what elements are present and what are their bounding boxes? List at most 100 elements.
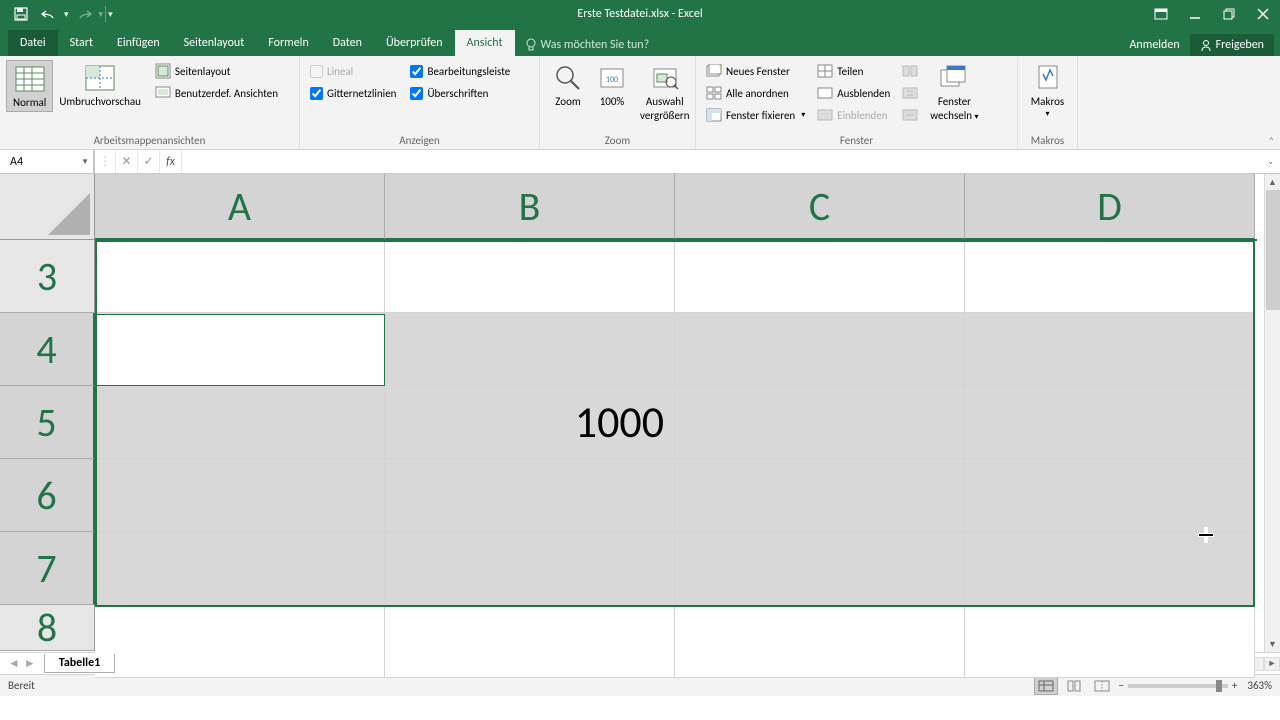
name-box[interactable]: A4 ▼ — [0, 150, 94, 173]
cell-a7[interactable] — [95, 532, 385, 605]
cell-d7[interactable] — [965, 532, 1255, 605]
tab-review[interactable]: Überprüfen — [374, 30, 455, 56]
column-header-c[interactable]: C — [675, 174, 965, 240]
tab-view[interactable]: Ansicht — [455, 30, 515, 56]
collapse-ribbon-icon[interactable]: ˄ — [1269, 134, 1274, 147]
cell-b8[interactable] — [385, 605, 675, 678]
cell-a6[interactable] — [95, 459, 385, 532]
column-header-b[interactable]: B — [385, 174, 675, 240]
pagelayout-view-status-icon[interactable] — [1062, 677, 1086, 695]
ribbon-display-icon[interactable] — [1144, 0, 1178, 28]
minimize-icon[interactable] — [1178, 0, 1212, 28]
zoom-in-icon[interactable]: + — [1232, 679, 1237, 692]
page-layout-label: Seitenlayout — [175, 65, 231, 78]
zoom-selection-button[interactable]: Auswahl vergrößern — [634, 60, 696, 124]
scroll-down-icon[interactable]: ▼ — [1265, 636, 1280, 652]
cell-d4[interactable] — [965, 313, 1255, 386]
pagebreak-view-status-icon[interactable] — [1090, 677, 1114, 695]
custom-views-button[interactable]: Benutzerdef. Ansichten — [151, 82, 282, 104]
cell-d8[interactable] — [965, 605, 1255, 678]
cell-c4[interactable] — [675, 313, 965, 386]
normal-view-button[interactable]: Normal — [6, 60, 53, 112]
sheet-tab-1[interactable]: Tabelle1 — [44, 654, 115, 673]
zoom-out-icon[interactable]: − — [1118, 679, 1123, 692]
macros-button[interactable]: Makros ▾ — [1025, 60, 1070, 121]
row-header-5[interactable]: 5 — [0, 386, 95, 459]
switch-windows-button[interactable]: Fenster wechseln ▾ — [924, 60, 984, 124]
views-group-label: Arbeitsmappenansichten — [0, 134, 299, 149]
column-header-a[interactable]: A — [95, 174, 385, 240]
cell-b3[interactable] — [385, 240, 675, 313]
cell-a8[interactable] — [95, 605, 385, 678]
tellme-search[interactable]: Was möchten Sie tun? — [515, 34, 660, 56]
normal-view-icon — [14, 63, 46, 95]
restore-icon[interactable] — [1212, 0, 1246, 28]
qat-customize-icon[interactable]: ▾ — [108, 9, 113, 20]
undo-icon[interactable] — [36, 2, 62, 26]
cell-c7[interactable] — [675, 532, 965, 605]
name-box-dropdown-icon[interactable]: ▼ — [81, 157, 89, 167]
cell-b5[interactable]: 1000 — [385, 386, 675, 459]
zoom-level[interactable]: 363% — [1247, 679, 1272, 692]
window-title: Erste Testdatei.xlsx - Excel — [577, 7, 702, 21]
save-icon[interactable] — [8, 2, 34, 26]
cell-c8[interactable] — [675, 605, 965, 678]
tab-insert[interactable]: Einfügen — [105, 30, 172, 56]
cell-c5[interactable] — [675, 386, 965, 459]
hide-button[interactable]: Ausblenden — [813, 82, 894, 104]
custom-views-icon — [155, 85, 171, 101]
macros-group-label: Makros — [1018, 134, 1077, 149]
tellme-placeholder: Was möchten Sie tun? — [541, 38, 650, 52]
cell-b6[interactable] — [385, 459, 675, 532]
close-icon[interactable] — [1246, 0, 1280, 28]
row-header-8[interactable]: 8 — [0, 605, 95, 651]
tab-data[interactable]: Daten — [321, 30, 374, 56]
share-button[interactable]: Freigeben — [1190, 34, 1274, 56]
scroll-thumb[interactable] — [1266, 190, 1280, 310]
pagebreak-preview-button[interactable]: Umbruchvorschau — [53, 60, 147, 110]
undo-dropdown-icon[interactable]: ▾ — [64, 9, 69, 20]
column-header-d[interactable]: D — [965, 174, 1255, 240]
tab-file[interactable]: Datei — [8, 30, 58, 56]
cell-a4[interactable] — [95, 313, 385, 386]
sign-in-button[interactable]: Anmelden — [1119, 34, 1189, 56]
split-button[interactable]: Teilen — [813, 60, 894, 82]
cell-c6[interactable] — [675, 459, 965, 532]
fx-icon[interactable]: fx — [160, 150, 182, 173]
cell-d5[interactable] — [965, 386, 1255, 459]
new-window-icon: ✳ — [706, 64, 722, 78]
zoom-group-label: Zoom — [540, 134, 695, 149]
formula-bar-checkbox[interactable]: Bearbeitungsleiste — [406, 60, 514, 82]
normal-view-status-icon[interactable] — [1034, 677, 1058, 695]
page-layout-button[interactable]: Seitenlayout — [151, 60, 282, 82]
vertical-scrollbar[interactable]: ▲ ▼ — [1264, 174, 1280, 652]
unhide-icon — [817, 108, 833, 122]
scroll-up-icon[interactable]: ▲ — [1265, 174, 1280, 190]
cell-b4[interactable] — [385, 313, 675, 386]
tab-pagelayout[interactable]: Seitenlayout — [172, 30, 257, 56]
headings-checkbox[interactable]: Überschriften — [406, 82, 514, 104]
formula-expand-icon[interactable]: ⌄ — [1267, 157, 1274, 167]
row-header-3[interactable]: 3 — [0, 240, 95, 313]
cell-b7[interactable] — [385, 532, 675, 605]
row-header-6[interactable]: 6 — [0, 459, 95, 532]
tab-formulas[interactable]: Formeln — [256, 30, 320, 56]
formula-input[interactable]: ⌄ — [182, 150, 1280, 173]
zoom-100-button[interactable]: 100 100% — [590, 60, 634, 110]
cell-c3[interactable] — [675, 240, 965, 313]
zoom-button[interactable]: Zoom — [546, 60, 590, 110]
select-all-corner[interactable] — [0, 174, 95, 240]
arrange-all-button[interactable]: Alle anordnen — [702, 82, 809, 104]
row-header-7[interactable]: 7 — [0, 532, 95, 605]
new-window-button[interactable]: ✳Neues Fenster — [702, 60, 809, 82]
freeze-panes-button[interactable]: Fenster fixieren▾ — [702, 104, 809, 126]
cell-a3[interactable] — [95, 240, 385, 313]
cell-a5[interactable] — [95, 386, 385, 459]
cell-d3[interactable] — [965, 240, 1255, 313]
spreadsheet-grid[interactable]: A B C D 3 4 5 1000 6 7 8 — [0, 174, 1280, 652]
row-header-4[interactable]: 4 — [0, 313, 95, 386]
gridlines-checkbox[interactable]: Gitternetzlinien — [306, 82, 400, 104]
tab-home[interactable]: Start — [58, 30, 105, 56]
cell-d6[interactable] — [965, 459, 1255, 532]
zoom-slider[interactable]: − + — [1118, 679, 1237, 692]
